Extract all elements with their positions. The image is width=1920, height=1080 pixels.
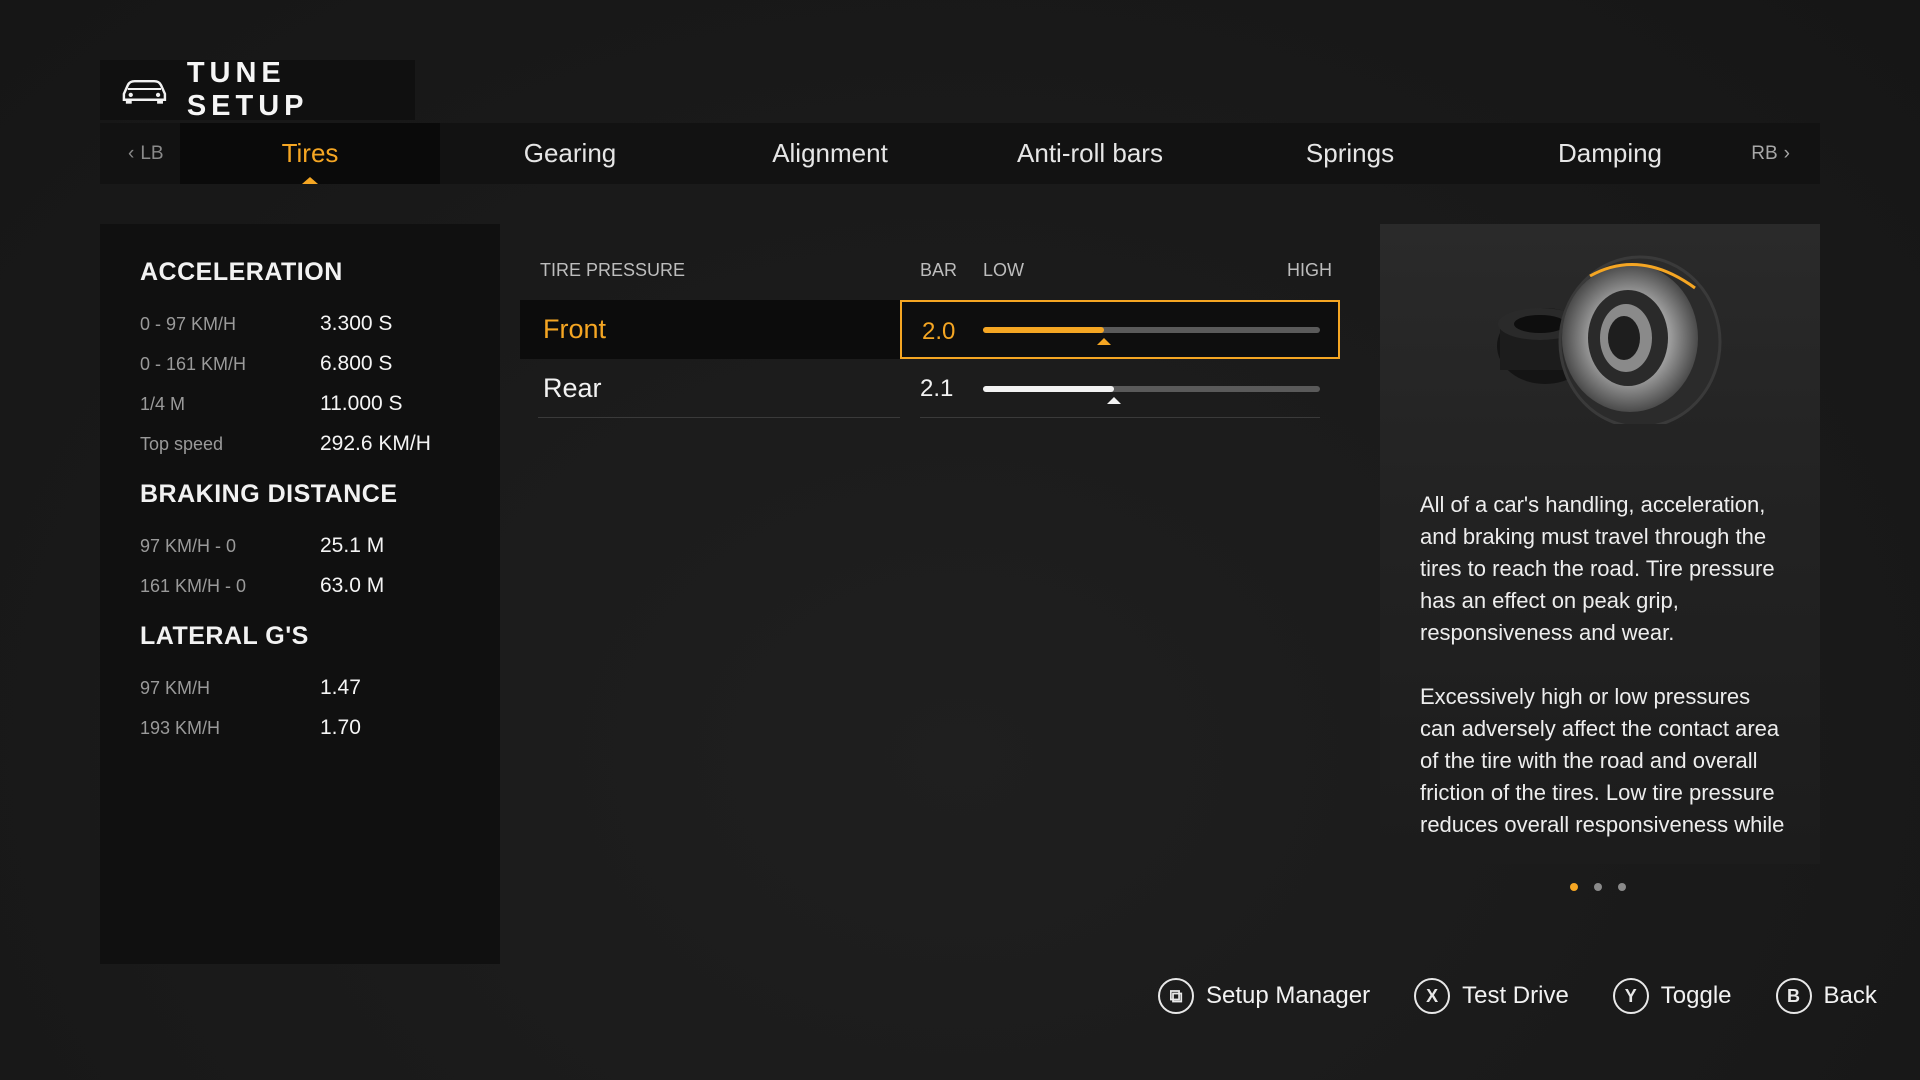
row-name: Rear: [543, 373, 602, 403]
tab-next-rb[interactable]: RB ›: [1751, 123, 1790, 184]
stat-row: 193 KM/H 1.70: [140, 708, 500, 748]
lb-label: LB: [140, 142, 164, 164]
row-divider: [920, 417, 1320, 418]
stat-value: 63.0 M: [320, 574, 385, 597]
slider-marker-icon[interactable]: [1107, 397, 1121, 404]
tab-springs[interactable]: Springs: [1220, 123, 1480, 184]
tab-alignment[interactable]: Alignment: [700, 123, 960, 184]
y-button-icon: Y: [1612, 978, 1649, 1014]
b-button-icon: B: [1775, 978, 1812, 1014]
setup-manager-button[interactable]: ⧉ Setup Manager: [1158, 978, 1370, 1014]
stat-value: 3.300 S: [320, 312, 393, 335]
tire-illustration-icon: [1497, 255, 1722, 424]
rb-label: RB: [1751, 142, 1778, 164]
high-label: HIGH: [1287, 260, 1332, 280]
controller-hints: ⧉ Setup Manager X Test Drive Y Toggle B …: [1158, 974, 1877, 1018]
stat-value: 292.6 KM/H: [320, 432, 431, 455]
stat-row: 1/4 M 11.000 S: [140, 384, 500, 424]
acceleration-group: ACCELERATION 0 - 97 KM/H 3.300 S 0 - 161…: [140, 258, 500, 464]
stat-label: 0 - 97 KM/H: [140, 313, 237, 334]
slider-marker-icon[interactable]: [1097, 338, 1111, 345]
stat-value: 25.1 M: [320, 534, 385, 557]
page-indicator: [1570, 883, 1626, 891]
performance-stats-panel: ACCELERATION 0 - 97 KM/H 3.300 S 0 - 161…: [100, 224, 500, 964]
acceleration-heading: ACCELERATION: [140, 258, 343, 286]
chevron-right-icon: ›: [1783, 142, 1790, 164]
tab-tires[interactable]: Tires: [180, 123, 440, 184]
tabs: Tires Gearing Alignment Anti-roll bars S…: [180, 123, 1740, 184]
stat-label: 0 - 161 KM/H: [140, 353, 247, 374]
stat-label: 97 KM/H: [140, 677, 211, 698]
page-dot: [1618, 883, 1626, 891]
pressure-slider[interactable]: [983, 327, 1320, 345]
pressure-slider[interactable]: [983, 386, 1320, 404]
braking-heading: BRAKING DISTANCE: [140, 480, 398, 508]
stat-label: 97 KM/H - 0: [140, 535, 237, 556]
page-title: TUNE SETUP: [186, 57, 309, 122]
hint-label: Back: [1823, 982, 1877, 1009]
toggle-button[interactable]: Y Toggle: [1612, 978, 1732, 1014]
back-button[interactable]: B Back: [1775, 978, 1877, 1014]
test-drive-button[interactable]: X Test Drive: [1414, 978, 1569, 1014]
setup-manager-icon: ⧉: [1158, 978, 1194, 1014]
car-icon: [122, 79, 167, 104]
slider-fill: [983, 327, 1104, 333]
slider-fill: [983, 386, 1114, 392]
page-dot: [1570, 883, 1578, 891]
row-divider: [538, 417, 900, 418]
lateral-heading: LATERAL G'S: [140, 622, 309, 650]
chevron-left-icon: ‹: [128, 142, 135, 164]
screen-title-box: TUNE SETUP: [100, 57, 415, 122]
tab-damping[interactable]: Damping: [1480, 123, 1740, 184]
stat-row: 0 - 161 KM/H 6.800 S: [140, 344, 500, 384]
stat-value: 1.47: [320, 676, 361, 699]
page-dot: [1594, 883, 1602, 891]
row-value: 2.0: [922, 317, 956, 345]
braking-group: BRAKING DISTANCE 97 KM/H - 0 25.1 M 161 …: [140, 480, 500, 606]
row-value: 2.1: [920, 374, 954, 402]
stat-row: Top speed 292.6 KM/H: [140, 424, 500, 464]
info-paragraph: Excessively high or low pressures can ad…: [1420, 684, 1785, 847]
info-description: All of a car's handling, acceleration, a…: [1420, 489, 1790, 847]
tuning-panel: TIRE PRESSURE BAR LOW HIGH Front 2.0 Rea…: [520, 250, 1340, 418]
lateral-group: LATERAL G'S 97 KM/H 1.47 193 KM/H 1.70: [140, 622, 500, 748]
stat-value: 6.800 S: [320, 352, 393, 375]
stat-row: 97 KM/H 1.47: [140, 668, 500, 708]
tab-bar: ‹ LB Tires Gearing Alignment Anti-roll b…: [100, 123, 1820, 184]
stat-label: 161 KM/H - 0: [140, 575, 247, 596]
tuning-row-front[interactable]: Front 2.0: [520, 300, 1340, 359]
tab-gearing[interactable]: Gearing: [440, 123, 700, 184]
stat-row: 0 - 97 KM/H 3.300 S: [140, 304, 500, 344]
x-button-icon: X: [1414, 978, 1451, 1014]
row-name: Front: [520, 300, 900, 359]
stat-value: 1.70: [320, 716, 361, 739]
stat-label: 1/4 M: [140, 393, 186, 414]
tuning-header: TIRE PRESSURE BAR LOW HIGH: [520, 250, 1340, 300]
hint-label: Test Drive: [1462, 982, 1569, 1009]
info-paragraph: All of a car's handling, acceleration, a…: [1420, 492, 1775, 645]
stat-label: Top speed: [140, 433, 224, 454]
stat-row: 161 KM/H - 0 63.0 M: [140, 566, 500, 606]
unit-label: BAR: [920, 260, 958, 280]
stat-value: 11.000 S: [320, 392, 403, 415]
hint-label: Setup Manager: [1206, 982, 1371, 1009]
stat-label: 193 KM/H: [140, 717, 221, 738]
tuning-row-rear[interactable]: Rear 2.1: [520, 359, 1340, 418]
info-panel: All of a car's handling, acceleration, a…: [1380, 224, 1820, 864]
tab-anti-roll-bars[interactable]: Anti-roll bars: [960, 123, 1220, 184]
hint-label: Toggle: [1660, 982, 1732, 1009]
low-label: LOW: [983, 260, 1025, 280]
tab-prev-lb[interactable]: ‹ LB: [128, 123, 164, 184]
stat-row: 97 KM/H - 0 25.1 M: [140, 526, 500, 566]
section-label: TIRE PRESSURE: [540, 260, 686, 280]
